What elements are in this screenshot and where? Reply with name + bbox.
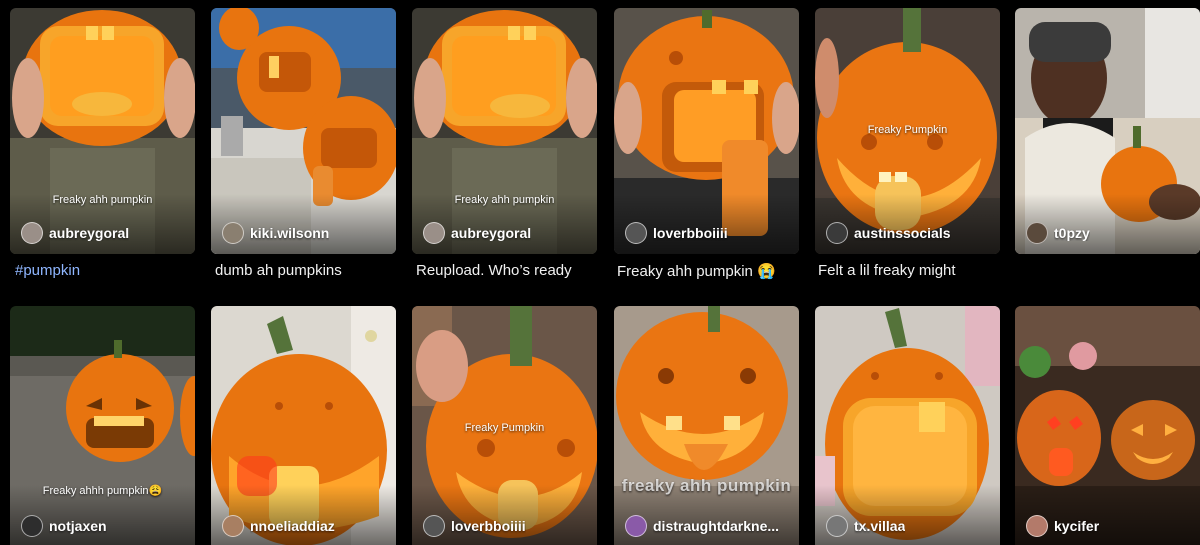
- author-name: distraughtdarkne...: [653, 518, 780, 534]
- author-link[interactable]: loverbboiiii: [423, 515, 526, 537]
- author-link[interactable]: loverbboiiii: [625, 222, 728, 244]
- video-card[interactable]: freaky ahh pumpkin distraughtdarkne...: [614, 306, 799, 545]
- author-name: loverbboiiii: [653, 225, 728, 241]
- video-card[interactable]: kycifer: [1015, 306, 1200, 545]
- video-card[interactable]: Freaky Pumpkin loverbboiiii: [412, 306, 597, 545]
- author-name: aubreygoral: [451, 225, 532, 241]
- video-card[interactable]: Freaky ahh pumpkin aubreygoral: [412, 8, 597, 254]
- avatar: [21, 222, 43, 244]
- author-name: t0pzy: [1054, 225, 1090, 241]
- video-caption[interactable]: Reupload. Who’s ready: [416, 262, 572, 279]
- author-link[interactable]: distraughtdarkne...: [625, 515, 779, 537]
- author-link[interactable]: aubreygoral: [423, 222, 531, 244]
- video-overlay-text: Freaky ahh pumpkin: [52, 194, 153, 206]
- avatar: [423, 515, 445, 537]
- video-caption-hashtag[interactable]: #pumpkin: [15, 262, 80, 279]
- video-card[interactable]: Freaky Pumpkin austinssocials: [815, 8, 1000, 254]
- author-name: tx.villaa: [854, 518, 906, 534]
- video-card[interactable]: t0pzy: [1015, 8, 1200, 254]
- author-link[interactable]: kycifer: [1026, 515, 1099, 537]
- avatar: [826, 222, 848, 244]
- video-caption[interactable]: Freaky ahh pumpkin 😭: [617, 262, 776, 280]
- author-name: austinssocials: [854, 225, 951, 241]
- avatar: [21, 515, 43, 537]
- author-name: kycifer: [1054, 518, 1100, 534]
- video-overlay-text: Freaky ahh pumpkin: [454, 194, 555, 206]
- video-overlay-text: Freaky Pumpkin: [867, 124, 948, 136]
- author-name: nnoeliaddiaz: [250, 518, 335, 534]
- video-overlay-text: Freaky Pumpkin: [464, 422, 545, 434]
- avatar: [222, 222, 244, 244]
- video-overlay-text: Freaky ahhh pumpkin😩: [42, 485, 163, 497]
- video-card[interactable]: kiki.wilsonn: [211, 8, 396, 254]
- video-caption[interactable]: dumb ah pumpkins: [215, 262, 342, 279]
- avatar: [625, 515, 647, 537]
- author-name: notjaxen: [49, 518, 107, 534]
- avatar: [1026, 222, 1048, 244]
- author-name: kiki.wilsonn: [250, 225, 330, 241]
- video-caption[interactable]: Felt a lil freaky might: [818, 262, 956, 279]
- video-card[interactable]: Freaky ahh pumpkin aubreygoral: [10, 8, 195, 254]
- video-card[interactable]: tx.villaa: [815, 306, 1000, 545]
- author-name: loverbboiiii: [451, 518, 526, 534]
- video-overlay-text: freaky ahh pumpkin: [621, 476, 792, 495]
- video-card[interactable]: Freaky ahhh pumpkin😩 notjaxen: [10, 306, 195, 545]
- avatar: [1026, 515, 1048, 537]
- author-link[interactable]: tx.villaa: [826, 515, 905, 537]
- author-link[interactable]: austinssocials: [826, 222, 951, 244]
- avatar: [222, 515, 244, 537]
- avatar: [625, 222, 647, 244]
- avatar: [826, 515, 848, 537]
- author-link[interactable]: aubreygoral: [21, 222, 129, 244]
- author-link[interactable]: nnoeliaddiaz: [222, 515, 335, 537]
- author-link[interactable]: notjaxen: [21, 515, 107, 537]
- author-link[interactable]: kiki.wilsonn: [222, 222, 329, 244]
- video-card[interactable]: nnoeliaddiaz: [211, 306, 396, 545]
- author-link[interactable]: t0pzy: [1026, 222, 1090, 244]
- avatar: [423, 222, 445, 244]
- video-card[interactable]: loverbboiiii: [614, 8, 799, 254]
- author-name: aubreygoral: [49, 225, 130, 241]
